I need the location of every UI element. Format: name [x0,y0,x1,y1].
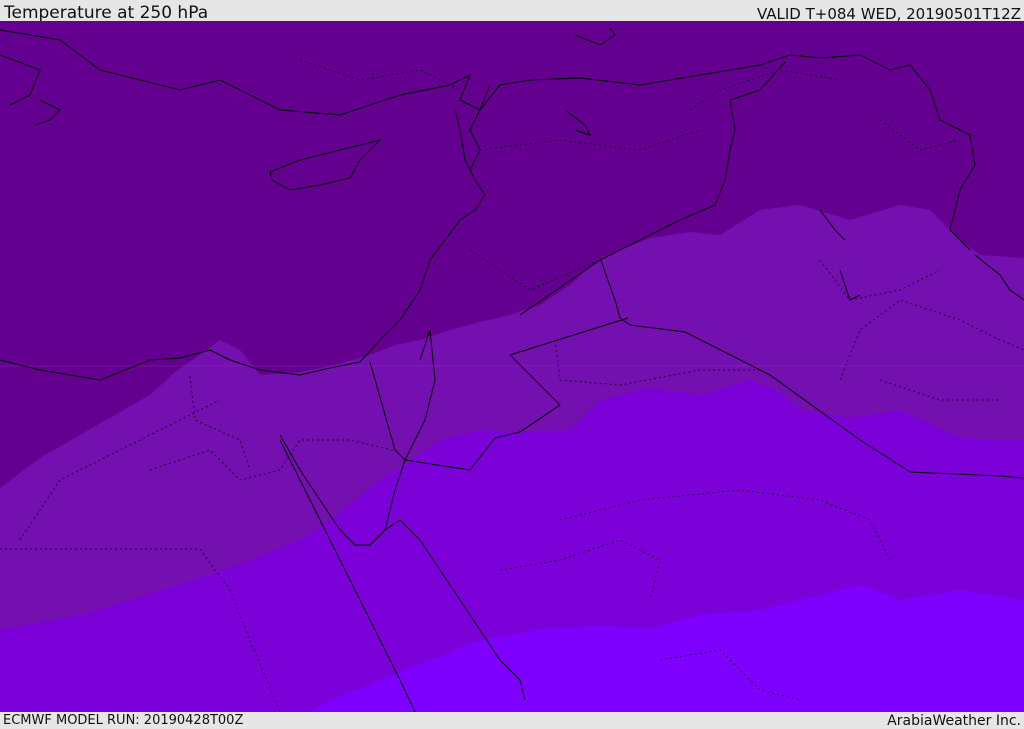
model-run-label: ECMWF MODEL RUN: 20190428T00Z [3,713,244,728]
header-bar: Temperature at 250 hPa VALID T+084 WED, … [0,0,1024,23]
footer-bar: ECMWF MODEL RUN: 20190428T00Z ArabiaWeat… [0,712,1024,729]
credit-label: ArabiaWeather Inc. [887,713,1021,729]
map-title: Temperature at 250 hPa [4,3,209,23]
temperature-map[interactable] [0,21,1024,712]
